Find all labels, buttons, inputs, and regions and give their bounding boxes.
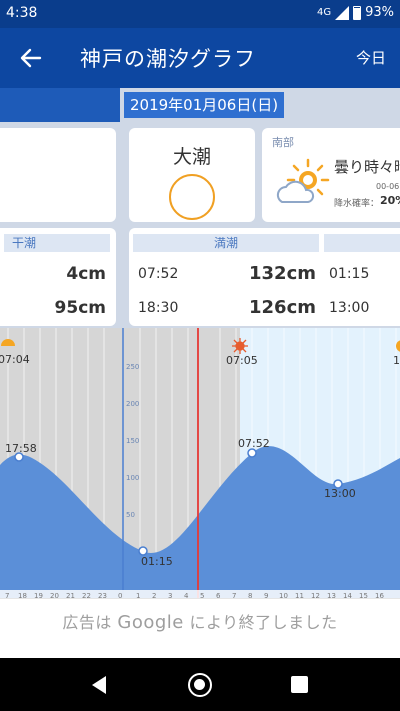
high-tide-card: 満潮 07:52 132cm 01:15 18:30 126cm 13:00: [129, 228, 400, 326]
nav-home-icon[interactable]: [188, 673, 212, 697]
date-label[interactable]: 2019年01月06日(日): [124, 92, 285, 118]
tide-type-card: 大潮: [129, 128, 255, 222]
precip-value: 20%: [380, 194, 400, 207]
next-tide-time: 13:00: [329, 300, 370, 316]
tide-marker-label: 17:58: [5, 442, 37, 455]
next-tide-time: 01:15: [329, 266, 370, 282]
nav-back-icon[interactable]: [88, 674, 110, 696]
cloud-sun-icon: [276, 158, 330, 203]
sunrise-time-left: 07:04: [0, 353, 30, 366]
weather-time-range: 00-06: [376, 182, 400, 191]
tide-type-label: 大潮: [172, 146, 211, 168]
y-tick-label: 150: [126, 437, 139, 445]
moon-phase-icon: [169, 174, 215, 220]
precip-label: 降水確率：: [334, 199, 380, 209]
tide-info-panel: 大潮 南部 曇り時々晴 00-06 降水確率： 20% 干潮 4cm 95cm: [0, 122, 400, 328]
weather-region: 南部: [272, 136, 294, 149]
y-tick-label: 100: [126, 474, 139, 482]
sun-icon-mid: [232, 338, 248, 354]
high-tide-time: 07:52: [138, 266, 179, 282]
ad-banner[interactable]: 広告は Google により終了しました: [0, 598, 400, 658]
ad-suffix: により終了しました: [183, 613, 338, 632]
tide-marker-label: 01:15: [141, 555, 173, 568]
low-tide-height: 4cm: [66, 264, 106, 284]
tide-marker: [247, 448, 257, 458]
date-strip: 2019年01月06日(日): [0, 88, 400, 122]
network-label: 4G: [316, 7, 332, 18]
sunrise-time-right: 17: [393, 354, 400, 367]
app-bar: 神戸の潮汐グラフ 今日: [0, 28, 400, 88]
high-tide-header: 満潮: [133, 234, 319, 252]
weather-card: 南部 曇り時々晴 00-06 降水確率： 20%: [262, 128, 400, 222]
tide-marker-label: 13:00: [324, 487, 356, 500]
ad-message: 広告は Google により終了しました: [0, 609, 400, 633]
status-time: 4:38: [6, 5, 38, 21]
page-title: 神戸の潮汐グラフ: [80, 47, 256, 71]
battery-icon: [353, 5, 362, 20]
signal-icon: [335, 5, 350, 20]
next-tide-header: [324, 234, 400, 252]
arrow-left-icon: [20, 48, 42, 68]
tide-graph-svg: 250 200 150 100 50 07:04 07:05 17 17:58 …: [0, 328, 400, 600]
y-tick-label: 200: [126, 400, 139, 408]
y-tick-label: 250: [126, 363, 139, 371]
low-tide-header: 干潮: [4, 234, 110, 252]
tide-graph[interactable]: 250 200 150 100 50 07:04 07:05 17 17:58 …: [0, 328, 400, 600]
previous-date-tab[interactable]: [0, 88, 120, 122]
tide-marker-label: 07:52: [238, 437, 270, 450]
system-nav-bar: [0, 658, 400, 711]
battery-level: 93%: [365, 5, 394, 20]
ad-brand: Google: [117, 612, 184, 633]
tide-marker: [138, 546, 148, 556]
high-tide-height: 132cm: [249, 263, 316, 284]
status-icons: 4G 93%: [317, 5, 394, 20]
sunrise-time-mid: 07:05: [226, 354, 258, 367]
nav-recent-icon[interactable]: [291, 676, 308, 693]
low-tide-card: 干潮 4cm 95cm: [0, 228, 116, 326]
back-button[interactable]: [14, 42, 48, 74]
low-tide-height: 95cm: [54, 298, 106, 318]
weather-forecast: 曇り時々晴: [334, 158, 400, 176]
today-button[interactable]: 今日: [356, 47, 386, 68]
high-tide-time: 18:30: [138, 300, 179, 316]
high-tide-height: 126cm: [249, 297, 316, 318]
ad-prefix: 広告は: [62, 613, 118, 632]
status-bar: 4:38 4G 93%: [0, 0, 400, 28]
y-tick-label: 50: [126, 511, 135, 519]
previous-day-card: [0, 128, 116, 222]
